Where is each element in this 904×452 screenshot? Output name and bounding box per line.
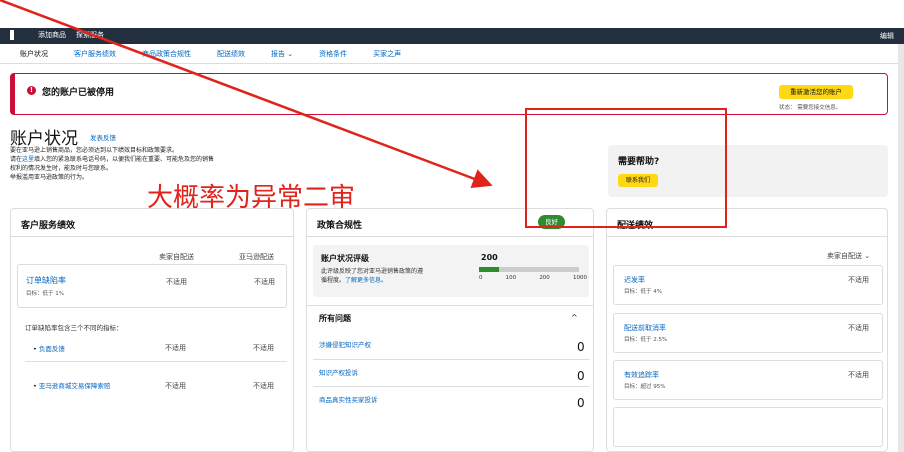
a-to-z-claims-link[interactable]: 亚马逊商城交易保障索赔	[39, 382, 111, 390]
fulfillment-selector[interactable]: 卖家自配送 ⌄	[827, 251, 870, 261]
order-defect-rate-box: 订单缺陷率 目标：低于 1% 不适用 不适用	[17, 264, 287, 308]
valid-tracking-box: 有效追踪率 目标：超过 95% 不适用	[613, 360, 883, 400]
divider	[307, 305, 593, 306]
cancel-rate-box: 配送前取消率 目标：低于 2.5% 不适用	[613, 313, 883, 353]
list-item: • 亚马逊商城交易保障索赔	[33, 382, 111, 390]
col-header-merchant: 卖家自配送	[159, 253, 194, 261]
a-to-z-fba: 不适用	[253, 382, 274, 390]
late-shipment-box: 迟发率 目标：低于 4% 不适用	[613, 265, 883, 305]
ip-suspected-count: 0	[577, 340, 585, 354]
all-issues-title: 所有问题	[319, 314, 351, 323]
rating-description: 此评级反映了您对亚马逊销售政策的遵 循程度。了解更多信息。	[321, 268, 424, 284]
odr-merchant-value: 不适用	[166, 278, 187, 286]
metric-box	[613, 407, 883, 447]
alert-icon: !	[27, 86, 36, 95]
odr-fba-value: 不适用	[254, 278, 275, 286]
negative-feedback-link[interactable]: 负面反馈	[39, 345, 65, 353]
feedback-link[interactable]: 发表反馈	[90, 132, 116, 142]
divider	[25, 361, 287, 362]
here-link[interactable]: 这里	[22, 156, 34, 163]
ip-complaints-count: 0	[577, 369, 585, 383]
valid-tracking-value: 不适用	[848, 371, 869, 379]
late-shipment-target: 目标：低于 4%	[624, 289, 662, 295]
account-tabs: 账户状况 客户服务绩效 商品政策合规性 配送绩效 报告 ⌄ 资格条件 买家之声	[0, 44, 898, 64]
tab-account-health[interactable]: 账户状况	[20, 49, 48, 59]
intro-line-3: 权利的情况发生时，能及时与您联系。	[10, 165, 113, 172]
tab-eligibility[interactable]: 资格条件	[319, 49, 347, 59]
late-shipment-value: 不适用	[848, 276, 869, 284]
negative-feedback-merchant: 不适用	[165, 344, 186, 352]
page-root: { "topbar": { "links": ["添加商品", "探索服务"],…	[0, 0, 904, 452]
cancel-rate-target: 目标：低于 2.5%	[624, 337, 668, 343]
a-to-z-merchant: 不适用	[165, 382, 186, 390]
collapse-icon[interactable]: ^	[571, 313, 578, 322]
valid-tracking-link[interactable]: 有效追踪率	[624, 370, 659, 380]
cancel-rate-value: 不适用	[848, 324, 869, 332]
tab-voice-of-customer[interactable]: 买家之声	[373, 49, 401, 59]
list-item: • 负面反馈	[33, 345, 65, 353]
customer-service-card: 客户服务绩效 卖家自配送 亚马逊配送 订单缺陷率 目标：低于 1% 不适用 不适…	[10, 208, 294, 452]
nav-link-add-product[interactable]: 添加商品	[38, 30, 66, 40]
rating-scale: 0 100 200 1000	[479, 275, 587, 281]
divider	[313, 359, 589, 360]
authenticity-complaints-link[interactable]: 商品真实性买家投诉	[319, 394, 378, 404]
tab-shipping[interactable]: 配送绩效	[217, 49, 245, 59]
negative-feedback-fba: 不适用	[253, 344, 274, 352]
annotation-highlight-box	[525, 108, 727, 228]
policy-compliance-card: 政策合规性 良好 账户状况评级 200 此评级反映了您对亚马逊销售政策的遵 循程度…	[306, 208, 594, 452]
top-header: 添加商品 探索服务 编辑	[0, 0, 904, 48]
shipping-performance-card: 配送绩效 卖家自配送 ⌄ 迟发率 目标：低于 4% 不适用 配送前取消率 目标：…	[606, 208, 888, 452]
reactivate-account-button[interactable]: 重新激活您的账户	[779, 85, 853, 99]
rating-bar-fill	[479, 267, 499, 272]
learn-more-link[interactable]: 了解更多信息。	[345, 277, 387, 284]
menu-icon[interactable]	[10, 30, 14, 40]
intro-line-1: 要在亚马逊上销售商品，您必须达到以下绩效目标和政策要求。	[10, 147, 179, 154]
deactivation-alert: ! 您的账户已被停用 重新激活您的账户 状态： 需要您接交信息。	[10, 73, 888, 115]
edit-button[interactable]: 编辑	[880, 31, 894, 41]
rating-value: 200	[481, 253, 498, 262]
intro-line-2: 请在这里填入您的紧急联系电话号码，以便我们能在重要、可能危及您的销售	[10, 156, 215, 163]
alert-status: 状态： 需要您接交信息。	[779, 105, 842, 111]
scrollbar[interactable]	[898, 44, 904, 452]
tab-customer-service[interactable]: 客户服务绩效	[74, 49, 116, 59]
seller-nav-bar: 添加商品 探索服务 编辑	[0, 28, 904, 44]
odr-sub-caption: 订单缺陷率包含三个不同的指标：	[25, 324, 123, 332]
tab-policy-compliance[interactable]: 商品政策合规性	[142, 49, 191, 59]
authenticity-complaints-count: 0	[577, 396, 585, 410]
late-shipment-link[interactable]: 迟发率	[624, 275, 645, 285]
col-header-fba: 亚马逊配送	[239, 253, 274, 261]
divider	[313, 386, 589, 387]
odr-label[interactable]: 订单缺陷率	[26, 275, 66, 286]
account-health-rating-box: 账户状况评级 200 此评级反映了您对亚马逊销售政策的遵 循程度。了解更多信息。 …	[313, 245, 589, 297]
ip-suspected-link[interactable]: 涉嫌侵犯知识产权	[319, 339, 371, 349]
tab-reports[interactable]: 报告 ⌄	[271, 49, 293, 59]
annotation-text: 大概率为异常二审	[147, 183, 356, 213]
cancel-rate-link[interactable]: 配送前取消率	[624, 323, 666, 333]
rating-bar	[479, 267, 579, 272]
rating-title: 账户状况评级	[321, 254, 369, 263]
odr-target: 目标：低于 1%	[26, 291, 64, 297]
alert-title: 您的账户已被停用	[42, 88, 115, 98]
valid-tracking-target: 目标：超过 95%	[624, 384, 666, 390]
nav-link-explore-services[interactable]: 探索服务	[76, 30, 104, 40]
ip-complaints-link[interactable]: 知识产权投诉	[319, 367, 358, 377]
